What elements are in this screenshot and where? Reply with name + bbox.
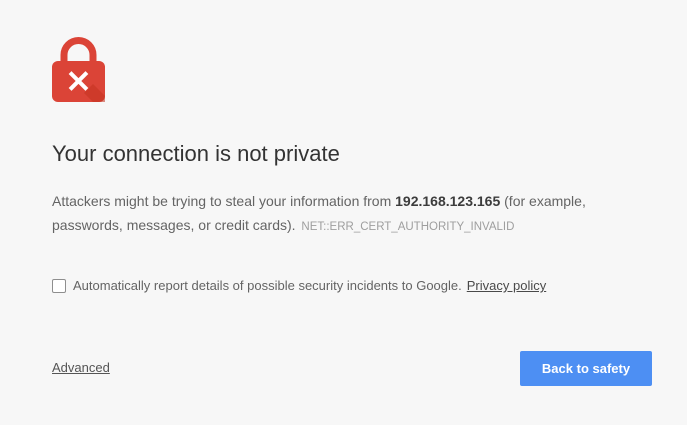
privacy-policy-link[interactable]: Privacy policy [467,278,546,293]
report-checkbox[interactable] [52,278,66,293]
message-prefix: Attackers might be trying to steal your … [52,193,396,209]
error-message: Attackers might be trying to steal your … [52,189,652,239]
error-code[interactable]: NET::ERR_CERT_AUTHORITY_INVALID [301,221,514,233]
lock-error-icon [52,36,105,102]
advanced-link[interactable]: Advanced [52,360,110,375]
page-title: Your connection is not private [52,141,340,166]
host-address: 192.168.123.165 [395,193,501,209]
back-to-safety-button[interactable]: Back to safety [520,351,652,386]
report-label[interactable]: Automatically report details of possible… [73,278,462,293]
report-option: Automatically report details of possible… [52,278,546,293]
ssl-interstitial-page: Your connection is not private Attackers… [0,0,687,425]
